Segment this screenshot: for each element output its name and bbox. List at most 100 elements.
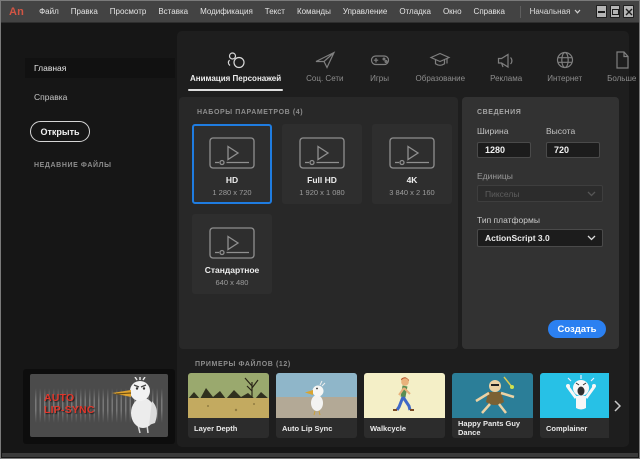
character-animation-icon xyxy=(225,50,247,70)
video-preset-icon xyxy=(389,137,435,169)
gamepad-icon xyxy=(369,50,391,70)
video-preset-icon xyxy=(209,137,255,169)
example-label: Happy Pants Guy Dance xyxy=(452,418,533,438)
examples-next-button[interactable] xyxy=(611,399,623,413)
tab-label: Реклама xyxy=(490,74,522,83)
tab-label: Соц. Сети xyxy=(306,74,343,83)
preset-card-full-hd[interactable]: Full HD 1 920 x 1 080 xyxy=(282,124,362,204)
seagull-graphic xyxy=(110,377,162,435)
menu-item-control[interactable]: Управление xyxy=(337,7,393,16)
menu-item-debug[interactable]: Отладка xyxy=(393,7,437,16)
units-value: Пикселы xyxy=(485,189,519,199)
minimize-icon xyxy=(598,11,605,13)
preset-name: 4K xyxy=(407,175,418,185)
menubar-divider xyxy=(520,6,521,18)
presets-header: НАБОРЫ ПАРАМЕТРОВ (4) xyxy=(197,109,303,116)
category-tabbar: Анимация Персонажей Соц. Сети Игры О xyxy=(188,37,638,91)
units-label: Единицы xyxy=(477,171,604,181)
tab-education[interactable]: Образование xyxy=(414,50,468,91)
example-card-walkcycle[interactable]: Walkcycle xyxy=(364,373,445,438)
happy-pants-guy-dance-thumbnail xyxy=(452,373,533,418)
menu-item-help[interactable]: Справка xyxy=(468,7,511,16)
close-button[interactable] xyxy=(623,5,634,18)
auto-lip-sync-banner[interactable]: AUTO LIP-SYNC xyxy=(30,374,168,437)
banner-text: AUTO LIP-SYNC xyxy=(44,392,95,416)
create-button[interactable]: Создать xyxy=(548,320,606,338)
maximize-icon xyxy=(612,9,619,15)
tab-label: Больше xyxy=(607,74,636,83)
window-frame xyxy=(2,453,638,457)
workspace-switcher[interactable]: Начальная xyxy=(530,7,582,16)
details-header: СВЕДЕНИЯ xyxy=(477,109,604,116)
graduation-cap-icon xyxy=(429,50,451,70)
height-label: Высота xyxy=(546,126,600,136)
width-label: Ширина xyxy=(477,126,531,136)
layer-depth-thumbnail xyxy=(188,373,269,418)
banner-line1: AUTO xyxy=(44,392,95,404)
tab-label: Анимация Персонажей xyxy=(190,74,281,83)
example-label: Complainer xyxy=(540,418,609,438)
complainer-thumbnail xyxy=(540,373,609,418)
chevron-right-icon xyxy=(614,400,621,412)
paper-plane-icon xyxy=(314,50,336,70)
menu-item-file[interactable]: Файл xyxy=(33,7,65,16)
auto-lip-sync-thumbnail xyxy=(276,373,357,418)
preset-name: HD xyxy=(226,175,238,185)
document-icon xyxy=(611,50,633,70)
units-select: Пикселы xyxy=(477,185,603,202)
preset-name: Full HD xyxy=(307,175,337,185)
menu-item-commands[interactable]: Команды xyxy=(291,7,337,16)
menu-item-modify[interactable]: Модификация xyxy=(194,7,259,16)
tab-character-animation[interactable]: Анимация Персонажей xyxy=(188,50,283,91)
main-panel: Анимация Персонажей Соц. Сети Игры О xyxy=(177,31,629,447)
tab-more[interactable]: Больше xyxy=(605,50,638,91)
close-icon xyxy=(625,8,633,16)
tab-internet[interactable]: Интернет xyxy=(545,50,584,91)
example-card-happy-pants-guy-dance[interactable]: Happy Pants Guy Dance xyxy=(452,373,533,438)
preset-dimensions: 1 920 x 1 080 xyxy=(299,188,344,197)
menu-item-text[interactable]: Текст xyxy=(259,7,291,16)
preset-dimensions: 640 x 480 xyxy=(216,278,249,287)
preset-card-standard[interactable]: Стандартное 640 x 480 xyxy=(192,214,272,294)
tab-ads[interactable]: Реклама xyxy=(488,50,524,91)
tab-social[interactable]: Соц. Сети xyxy=(304,50,345,91)
globe-icon xyxy=(554,50,576,70)
chevron-down-icon xyxy=(574,9,581,14)
minimize-button[interactable] xyxy=(596,5,607,18)
platform-label: Тип платформы xyxy=(477,215,604,225)
workspace-label: Начальная xyxy=(530,7,571,16)
example-card-complainer[interactable]: Complainer xyxy=(540,373,609,438)
preset-grid: HD 1 280 x 720 Full HD 1 920 x 1 080 xyxy=(192,124,452,294)
tab-label: Образование xyxy=(416,74,466,83)
menu-item-insert[interactable]: Вставка xyxy=(152,7,194,16)
video-preset-icon xyxy=(299,137,345,169)
width-field[interactable] xyxy=(477,142,531,158)
preset-name: Стандартное xyxy=(205,265,260,275)
menu-item-view[interactable]: Просмотр xyxy=(104,7,153,16)
example-label: Layer Depth xyxy=(188,418,269,438)
menu-item-window[interactable]: Окно xyxy=(437,7,468,16)
examples-carousel: Layer Depth Auto Lip Sync xyxy=(188,373,609,439)
preset-card-hd[interactable]: HD 1 280 x 720 xyxy=(192,124,272,204)
megaphone-icon xyxy=(495,50,517,70)
tab-games[interactable]: Игры xyxy=(367,50,393,91)
menu-bar: An Файл Правка Просмотр Вставка Модифика… xyxy=(1,1,639,23)
sidebar-item-help[interactable]: Справка xyxy=(25,87,175,107)
video-preset-icon xyxy=(209,227,255,259)
open-button[interactable]: Открыть xyxy=(30,121,90,142)
app-logo: An xyxy=(1,6,33,18)
examples-header: ПРИМЕРЫ ФАЙЛОВ (12) xyxy=(195,361,291,368)
height-field[interactable] xyxy=(546,142,600,158)
example-label: Walkcycle xyxy=(364,418,445,438)
preset-card-4k[interactable]: 4K 3 840 x 2 160 xyxy=(372,124,452,204)
example-card-layer-depth[interactable]: Layer Depth xyxy=(188,373,269,438)
chevron-down-icon xyxy=(587,191,596,197)
recent-files-header: НЕДАВНИЕ ФАЙЛЫ xyxy=(34,162,112,169)
example-card-auto-lip-sync[interactable]: Auto Lip Sync xyxy=(276,373,357,438)
maximize-button[interactable] xyxy=(610,5,621,18)
menu-item-edit[interactable]: Правка xyxy=(65,7,104,16)
platform-select[interactable]: ActionScript 3.0 xyxy=(477,229,603,247)
sidebar-item-home[interactable]: Главная xyxy=(25,58,175,78)
example-label: Auto Lip Sync xyxy=(276,418,357,438)
chevron-down-icon xyxy=(587,235,596,241)
